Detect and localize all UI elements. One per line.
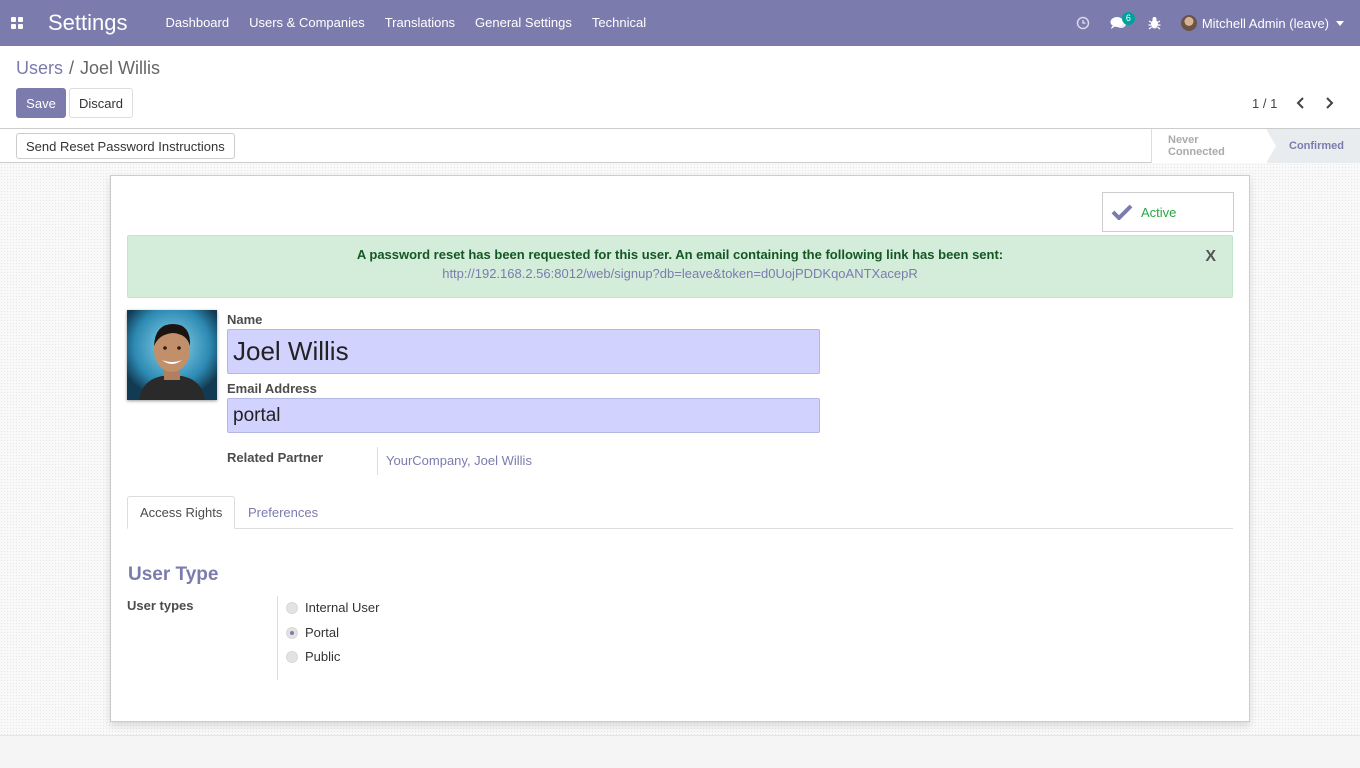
menu-item-dashboard[interactable]: Dashboard bbox=[156, 0, 240, 46]
user-menu[interactable]: Mitchell Admin (leave) bbox=[1173, 0, 1360, 46]
breadcrumb: Users / Joel Willis bbox=[16, 58, 160, 79]
alert-close-button[interactable]: X bbox=[1205, 248, 1216, 266]
radio-label: Internal User bbox=[305, 600, 380, 615]
form-tabs: Access Rights Preferences bbox=[127, 496, 1233, 529]
active-toggle-button[interactable]: Active bbox=[1102, 192, 1234, 232]
menu-item-users-companies[interactable]: Users & Companies bbox=[239, 0, 375, 46]
stage-never-connected: Never Connected bbox=[1151, 129, 1267, 163]
chevron-right-icon[interactable] bbox=[1322, 95, 1336, 111]
radio-button-selected[interactable] bbox=[286, 626, 298, 639]
form-sheet: Active A password reset has been request… bbox=[110, 175, 1250, 722]
field-divider bbox=[277, 596, 278, 680]
messages-icon[interactable]: 6 bbox=[1101, 0, 1137, 46]
radio-button[interactable] bbox=[286, 601, 298, 614]
user-types-label: User types bbox=[127, 598, 194, 613]
related-partner-label: Related Partner bbox=[227, 450, 324, 465]
save-button[interactable]: Save bbox=[16, 88, 66, 118]
send-reset-password-button[interactable]: Send Reset Password Instructions bbox=[16, 133, 235, 159]
field-divider bbox=[377, 447, 378, 475]
clock-icon[interactable] bbox=[1065, 0, 1101, 46]
control-panel: Users / Joel Willis Save Discard 1 / 1 bbox=[0, 46, 1360, 129]
active-label: Active bbox=[1141, 204, 1177, 220]
discard-button[interactable]: Discard bbox=[69, 88, 133, 118]
user-photo[interactable] bbox=[127, 310, 217, 400]
radio-button[interactable] bbox=[286, 650, 298, 663]
radio-option-public[interactable]: Public bbox=[286, 649, 340, 664]
user-name: Mitchell Admin (leave) bbox=[1201, 15, 1329, 31]
breadcrumb-current: Joel Willis bbox=[80, 58, 161, 78]
radio-option-internal-user[interactable]: Internal User bbox=[286, 600, 379, 615]
top-navbar: Settings Dashboard Users & Companies Tra… bbox=[0, 0, 1360, 46]
pager-value[interactable]: 1 / 1 bbox=[1252, 96, 1277, 111]
main-menu: Dashboard Users & Companies Translations… bbox=[156, 0, 657, 46]
email-label: Email Address bbox=[227, 381, 317, 396]
section-title-user-type: User Type bbox=[128, 564, 219, 585]
email-input[interactable]: portal bbox=[227, 398, 820, 433]
messages-count-badge: 6 bbox=[1121, 12, 1135, 25]
name-label: Name bbox=[227, 312, 263, 327]
password-reset-alert: A password reset has been requested for … bbox=[127, 235, 1233, 298]
menu-item-general-settings[interactable]: General Settings bbox=[465, 0, 582, 46]
apps-menu-icon[interactable] bbox=[0, 0, 34, 46]
tab-access-rights[interactable]: Access Rights bbox=[127, 496, 236, 529]
menu-item-technical[interactable]: Technical bbox=[582, 0, 656, 46]
breadcrumb-users-link[interactable]: Users bbox=[16, 58, 63, 79]
stage-confirmed: Confirmed bbox=[1267, 129, 1360, 163]
check-icon bbox=[1111, 204, 1133, 220]
bug-icon[interactable] bbox=[1137, 0, 1173, 46]
related-partner-link[interactable]: YourCompany, Joel Willis bbox=[386, 453, 532, 468]
form-statusbar: Send Reset Password Instructions Never C… bbox=[0, 129, 1360, 163]
radio-label: Portal bbox=[305, 625, 339, 640]
radio-option-portal[interactable]: Portal bbox=[286, 625, 339, 640]
status-stages: Never Connected Confirmed bbox=[1151, 129, 1360, 163]
chevron-left-icon[interactable] bbox=[1294, 95, 1308, 111]
menu-item-translations[interactable]: Translations bbox=[375, 0, 465, 46]
tab-preferences[interactable]: Preferences bbox=[236, 496, 330, 529]
caret-down-icon bbox=[1336, 20, 1344, 26]
breadcrumb-separator: / bbox=[69, 58, 75, 78]
stage-arrow bbox=[1266, 129, 1276, 163]
name-input[interactable]: Joel Willis bbox=[227, 329, 820, 374]
reset-link[interactable]: http://192.168.2.56:8012/web/signup?db=l… bbox=[128, 266, 1232, 281]
alert-title: A password reset has been requested for … bbox=[356, 247, 1004, 262]
app-title[interactable]: Settings bbox=[48, 10, 128, 36]
radio-label: Public bbox=[305, 649, 341, 664]
bottom-bar bbox=[0, 735, 1360, 768]
navbar-right: 6 Mitchell Admin (leave) bbox=[1065, 0, 1360, 46]
user-avatar bbox=[1180, 15, 1197, 31]
